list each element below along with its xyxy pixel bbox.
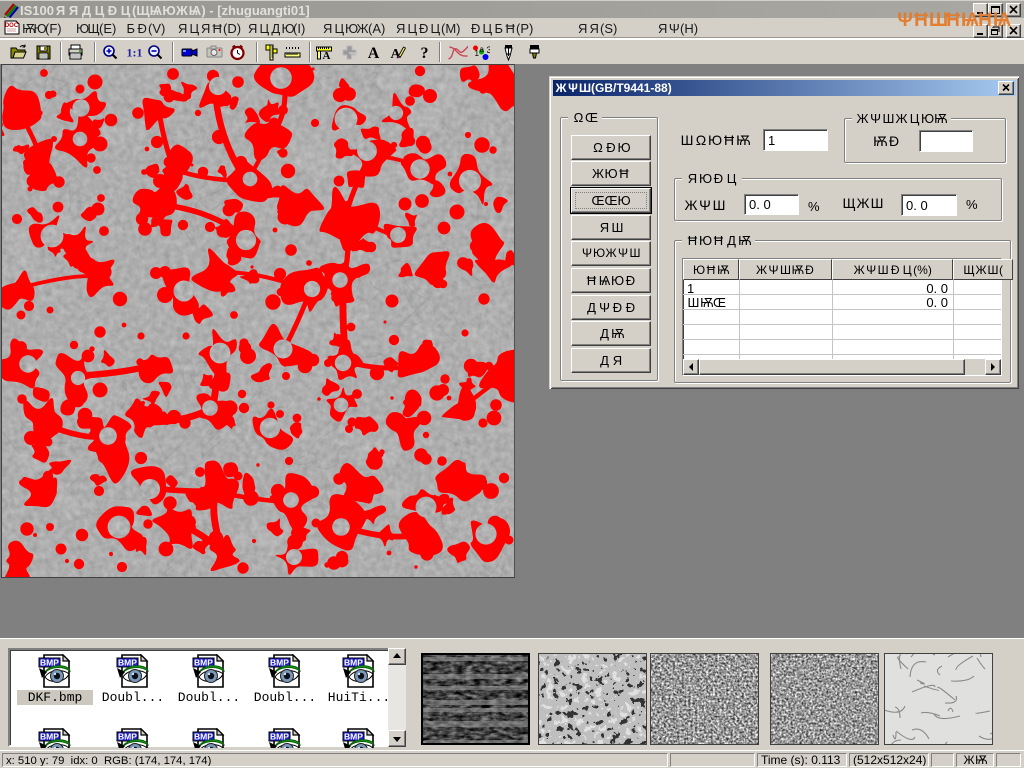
svg-text:A: A (323, 50, 331, 61)
svg-text:?: ? (421, 45, 429, 61)
svg-text:a: a (480, 45, 485, 54)
svg-text:A: A (368, 45, 380, 61)
svg-text:DOC: DOC (5, 23, 19, 29)
svg-text:3: 3 (487, 45, 491, 55)
svg-text:1:1: 1:1 (127, 46, 143, 60)
